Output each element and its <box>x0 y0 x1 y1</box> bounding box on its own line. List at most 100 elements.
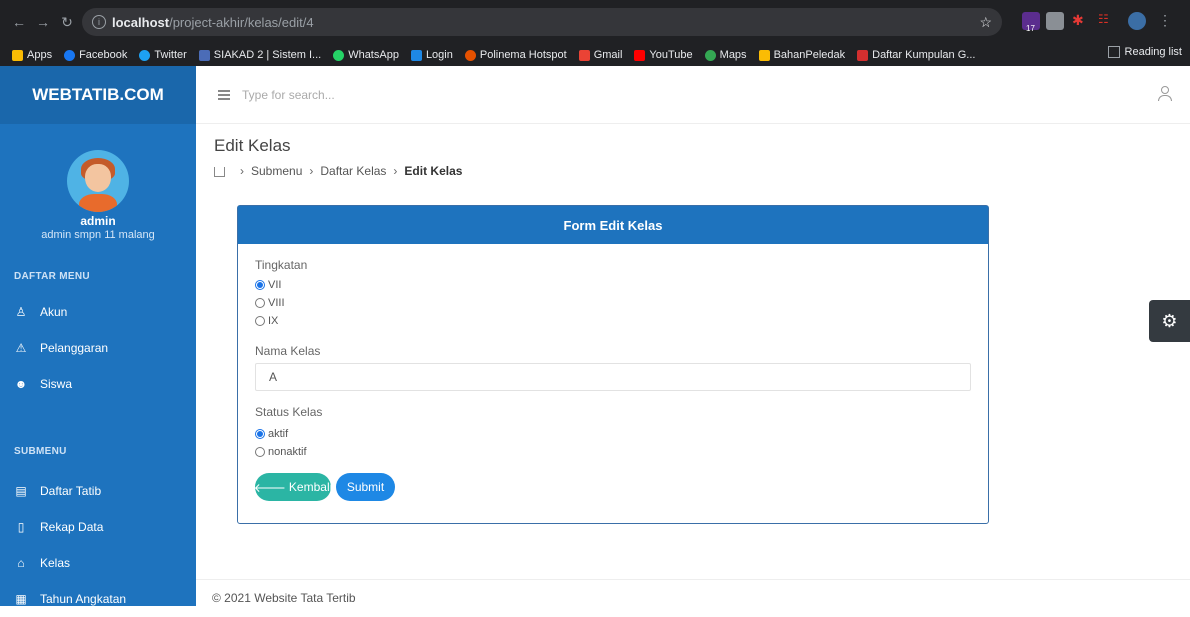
radio-tingkatan-vii[interactable]: VII <box>255 279 281 291</box>
bookmark-label: Polinema Hotspot <box>479 49 567 61</box>
radio-label: nonaktif <box>268 446 307 458</box>
radio-circle[interactable] <box>255 298 265 308</box>
radio-label: VII <box>268 279 282 291</box>
star-icon[interactable]: ☆ <box>979 14 992 31</box>
bookmark-login[interactable]: Login <box>410 49 453 61</box>
user-name: admin <box>80 214 116 228</box>
chevron-right-icon: › <box>240 164 244 178</box>
bookmark-siakad[interactable]: SIAKAD 2 | Sistem I... <box>198 49 322 61</box>
chevron-right-icon: › <box>393 164 398 178</box>
bookmark-label: Maps <box>719 49 747 61</box>
submit-button[interactable]: Submit <box>336 473 395 501</box>
reading-list-button[interactable]: Reading list <box>1107 46 1182 58</box>
address-bar[interactable]: i localhost/project-akhir/kelas/edit/4 ☆ <box>82 8 1002 36</box>
page-title: Edit Kelas <box>214 136 291 155</box>
warning-icon: ⚠ <box>15 341 27 355</box>
radio-label: VIII <box>268 297 285 309</box>
footer: © 2021 Website Tata Tertib <box>196 579 1190 606</box>
form-card: Form Edit Kelas Tingkatan VII VIII IX Na… <box>237 205 989 524</box>
sidebar-item-pelanggaran[interactable]: ⚠ Pelanggaran <box>0 330 196 366</box>
forward-arrow-icon[interactable]: → <box>32 11 54 33</box>
radio-circle[interactable] <box>255 316 265 326</box>
search-input[interactable]: Type for search... <box>242 88 335 102</box>
extension-badge: 17 <box>1026 24 1035 33</box>
extension-icon[interactable]: 17 <box>1022 12 1040 33</box>
bookmark-twitter[interactable]: Twitter <box>139 49 187 61</box>
tingkatan-label: Tingkatan <box>255 258 308 272</box>
radio-circle[interactable] <box>255 447 265 457</box>
bookmark-bahanpeledak[interactable]: BahanPeledak <box>758 49 845 61</box>
menu-icon[interactable] <box>218 89 230 100</box>
radio-status-nonaktif[interactable]: nonaktif <box>255 446 307 458</box>
radio-circle-checked[interactable] <box>255 280 265 290</box>
bookmark-facebook[interactable]: Facebook <box>64 49 127 61</box>
bookmark-polinema[interactable]: Polinema Hotspot <box>464 49 567 61</box>
nama-kelas-input[interactable]: A <box>255 363 971 391</box>
sidebar-item-kelas[interactable]: ⌂ Kelas <box>0 545 196 581</box>
breadcrumb: › Submenu › Daftar Kelas › Edit Kelas <box>214 164 462 178</box>
user-icon: ♙ <box>15 305 27 319</box>
profile-avatar[interactable] <box>1128 12 1146 30</box>
radio-status-aktif[interactable]: aktif <box>255 428 288 440</box>
bookmark-daftar[interactable]: Daftar Kumpulan G... <box>857 49 975 61</box>
bookmark-maps[interactable]: Maps <box>704 49 747 61</box>
list-icon: ▤ <box>15 484 27 498</box>
status-kelas-label: Status Kelas <box>255 405 323 419</box>
sidebar-item-label: Rekap Data <box>40 520 104 534</box>
breadcrumb-item[interactable]: Submenu <box>251 164 302 178</box>
calendar-icon: ▦ <box>15 592 27 606</box>
more-icon[interactable]: ⋮ <box>1158 12 1176 30</box>
file-icon: ▯ <box>17 520 25 534</box>
breadcrumb-item[interactable]: Daftar Kelas <box>320 164 386 178</box>
form-header: Form Edit Kelas <box>238 206 988 244</box>
bookmark-gmail[interactable]: Gmail <box>578 49 622 61</box>
info-icon[interactable]: i <box>92 15 106 29</box>
url-host: localhost <box>112 14 170 30</box>
radio-tingkatan-ix[interactable]: IX <box>255 315 278 327</box>
sidebar-item-label: Kelas <box>40 556 71 570</box>
back-arrow-icon[interactable]: ← <box>8 11 30 33</box>
users-icon: ☻ <box>14 377 28 391</box>
bookmark-label: SIAKAD 2 | Sistem I... <box>213 49 322 61</box>
sidebar-item-rekap-data[interactable]: ▯ Rekap Data <box>0 509 196 545</box>
settings-gear-icon[interactable]: ⚙ <box>1149 300 1190 342</box>
radio-circle-checked[interactable] <box>255 429 265 439</box>
back-button[interactable]: 🡐 Kembali <box>254 473 333 501</box>
radio-tingkatan-viii[interactable]: VIII <box>255 297 285 309</box>
radio-label: aktif <box>268 428 289 440</box>
bookmark-youtube[interactable]: YouTube <box>634 49 693 61</box>
sidebar-item-label: Siswa <box>40 377 73 391</box>
reload-icon[interactable]: ↻ <box>56 11 78 33</box>
user-role: admin smpn 11 malang <box>41 229 155 241</box>
bookmark-label: Facebook <box>79 49 128 61</box>
radio-label: IX <box>268 315 279 327</box>
bookmark-label: Daftar Kumpulan G... <box>872 49 976 61</box>
breadcrumb-current: Edit Kelas <box>404 164 463 178</box>
extension-icon[interactable]: ✱ <box>1072 12 1090 30</box>
bookmark-apps[interactable]: Apps <box>12 49 52 61</box>
sidebar-item-daftar-tatib[interactable]: ▤ Daftar Tatib <box>0 473 196 509</box>
sidebar-item-tahun-angkatan[interactable]: ▦ Tahun Angkatan <box>0 581 196 617</box>
avatar <box>67 150 129 212</box>
graduation-cap-icon: ⌂ <box>17 556 25 570</box>
bookmark-whatsapp[interactable]: WhatsApp <box>333 49 399 61</box>
sidebar-item-siswa[interactable]: ☻ Siswa <box>0 366 196 402</box>
url-path: /project-akhir/kelas/edit/4 <box>169 14 314 30</box>
nama-kelas-label: Nama Kelas <box>255 344 321 358</box>
user-icon[interactable] <box>1158 86 1172 102</box>
section-daftar-menu: DAFTAR MENU <box>14 271 90 282</box>
bookmark-label: WhatsApp <box>348 49 399 61</box>
bookmark-label: Twitter <box>154 49 187 61</box>
extension-icon[interactable]: ☷ <box>1098 12 1116 30</box>
section-submenu: SUBMENU <box>14 446 67 457</box>
sidebar: WEBTATIB.COM admin admin smpn 11 malang … <box>0 66 196 606</box>
back-button-label: Kembali <box>288 480 333 494</box>
browser-chrome: ← → ↻ i localhost/project-akhir/kelas/ed… <box>0 0 1190 66</box>
sidebar-item-akun[interactable]: ♙ Akun <box>0 294 196 330</box>
sidebar-item-label: Tahun Angkatan <box>40 592 127 606</box>
brand-logo[interactable]: WEBTATIB.COM <box>0 66 196 124</box>
reading-list-label: Reading list <box>1124 46 1182 58</box>
extension-icon[interactable] <box>1046 12 1064 30</box>
home-icon[interactable] <box>214 167 225 177</box>
bookmark-label: Login <box>425 49 453 61</box>
